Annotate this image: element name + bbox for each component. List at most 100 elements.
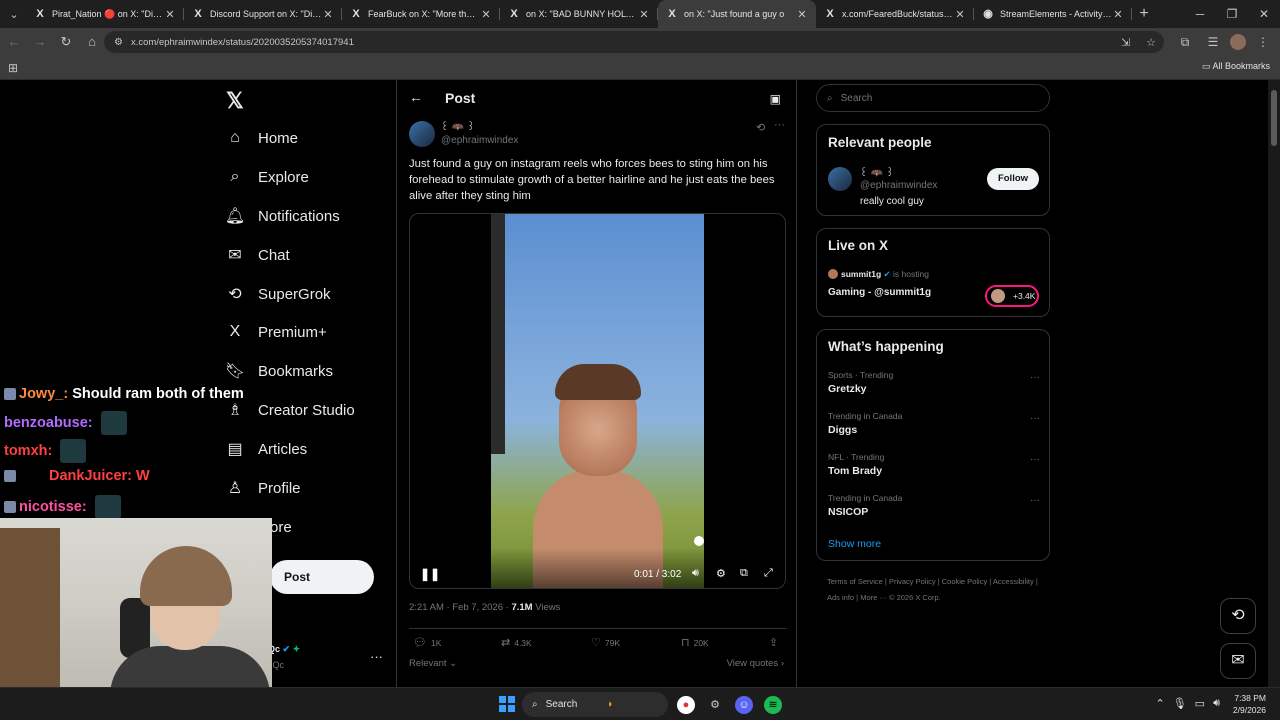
tab-close-icon[interactable]: ✕	[638, 8, 650, 21]
tab-search-icon[interactable]: ⌄	[2, 4, 26, 24]
browser-tab[interactable]: Xon X: "Just found a guy o ✕	[658, 0, 816, 28]
media-icon[interactable]: ☰	[1202, 31, 1224, 53]
scrollbar[interactable]	[1268, 80, 1280, 687]
settings-icon[interactable]: ⚙	[716, 567, 726, 580]
trend-item[interactable]: Trending in Canada Diggs ···	[828, 411, 1040, 436]
nav-item-home[interactable]: ⌂ Home	[222, 123, 298, 153]
relevant-person-handle[interactable]: @ephraimwindex	[860, 180, 937, 191]
maximize-icon[interactable]: ❐	[1216, 0, 1248, 28]
all-bookmarks-button[interactable]: ▭ All Bookmarks	[1202, 61, 1270, 72]
browser-tab[interactable]: ◉ StreamElements - Activity feed ✕	[974, 0, 1132, 28]
new-tab-button[interactable]: +	[1132, 5, 1156, 23]
pip-icon[interactable]: ⧉	[740, 567, 748, 580]
fullscreen-icon[interactable]: ⤢	[764, 567, 773, 580]
nav-item-chat[interactable]: ✉ Chat	[222, 240, 289, 270]
video-player[interactable]: ❚❚ 0:01 / 3:02 🔊︎ ⚙ ⧉ ⤢	[409, 213, 786, 589]
nav-item-notifications[interactable]: 🔔︎ Notifications	[222, 201, 340, 231]
live-stream-title[interactable]: Gaming - @summit1g	[828, 287, 931, 298]
avatar[interactable]	[828, 167, 852, 191]
nav-item-bookmarks[interactable]: 🔖︎ Bookmarks	[222, 356, 333, 386]
show-more-link[interactable]: Show more	[828, 538, 881, 550]
trend-item[interactable]: NFL · Trending Tom Brady ···	[828, 452, 1040, 477]
follow-button[interactable]: Follow	[987, 168, 1039, 190]
forward-arrow-icon[interactable]: →	[28, 30, 52, 54]
browser-tab[interactable]: Xx.com/FearedBuck/status/2020 ✕	[816, 0, 974, 28]
network-icon[interactable]: ▭	[1195, 697, 1205, 710]
spotify-icon[interactable]: ≋	[764, 696, 782, 714]
nav-item-ore[interactable]: ore	[270, 512, 292, 542]
windows-start-icon[interactable]	[499, 696, 515, 712]
minimize-icon[interactable]: ─	[1184, 0, 1216, 28]
tab-close-icon[interactable]: ✕	[322, 8, 334, 21]
browser-menu-icon[interactable]: ⋮	[1252, 31, 1274, 53]
grok-fab-icon[interactable]: ⟲	[1220, 598, 1256, 634]
account-name[interactable]: Qc ✔ ✦	[268, 644, 300, 655]
profile-avatar[interactable]	[1230, 34, 1246, 50]
trend-more-icon[interactable]: ···	[1030, 413, 1040, 424]
tab-close-icon[interactable]: ✕	[954, 8, 966, 21]
volume-icon[interactable]: 🔊︎	[1213, 697, 1220, 710]
author-handle[interactable]: @ephraimwindex	[441, 135, 518, 146]
browser-tab[interactable]: X Pirat_Nation 🔴 on X: "Discord ✕	[26, 0, 184, 28]
reply-sort-dropdown[interactable]: Relevant ⌄	[409, 658, 457, 669]
home-icon[interactable]: ⌂	[80, 30, 104, 54]
live-listener-count[interactable]: +3.4K	[985, 285, 1039, 307]
mic-icon[interactable]: 🎙︎	[1173, 697, 1187, 710]
x-logo-icon[interactable]: 𝕏	[226, 88, 244, 114]
site-info-icon[interactable]: ⚙	[114, 37, 123, 48]
address-bar[interactable]: ⚙ x.com/ephraimwindex/status/20200352053…	[104, 31, 1164, 53]
extensions-icon[interactable]: ⧉	[1174, 31, 1196, 53]
view-quotes-link[interactable]: View quotes ›	[727, 658, 784, 669]
nav-item-supergrok[interactable]: ⟲ SuperGrok	[222, 279, 330, 309]
bookmark-star-icon[interactable]: ☆	[1146, 36, 1156, 49]
repost-button[interactable]: ⇄ 4.3K	[501, 636, 532, 649]
reload-icon[interactable]: ↻	[54, 30, 78, 54]
tab-close-icon[interactable]: ✕	[796, 8, 808, 21]
install-app-icon[interactable]: ⇲	[1121, 36, 1130, 49]
tab-close-icon[interactable]: ✕	[164, 8, 176, 21]
search-input[interactable]: ⌕ Search	[816, 84, 1050, 112]
video-frame[interactable]	[491, 214, 704, 588]
trend-item[interactable]: Trending in Canada NSICOP ···	[828, 493, 1040, 518]
trend-more-icon[interactable]: ···	[1030, 372, 1040, 383]
messages-fab-icon[interactable]: ✉	[1220, 643, 1256, 679]
taskbar-search[interactable]: ⌕ Search ◗	[522, 692, 668, 717]
trend-more-icon[interactable]: ···	[1030, 454, 1040, 465]
tab-close-icon[interactable]: ✕	[480, 8, 492, 21]
tab-close-icon[interactable]: ✕	[1112, 8, 1124, 21]
author-avatar[interactable]	[409, 121, 435, 147]
volume-icon[interactable]: 🔊︎	[692, 567, 699, 580]
app-icon[interactable]: ⚙	[706, 696, 724, 714]
footer-links[interactable]: Terms of Service | Privacy Policy | Cook…	[827, 574, 1047, 606]
clock[interactable]: 7:38 PM 2/9/2026	[1233, 692, 1266, 716]
relevant-person-name[interactable]: ꒰ 🦇 ꒱	[860, 166, 894, 179]
chrome-icon[interactable]: ●	[677, 696, 695, 714]
reply-button[interactable]: 💬︎ 1K	[413, 636, 441, 649]
account-menu-icon[interactable]: ···	[370, 649, 383, 664]
trend-more-icon[interactable]: ···	[1030, 495, 1040, 506]
back-arrow-icon[interactable]: ←	[2, 30, 26, 54]
post-button[interactable]: Post	[270, 560, 374, 594]
browser-tab[interactable]: X Discord Support on X: "Discord ✕	[184, 0, 342, 28]
live-host[interactable]: summit1g ✔ is hosting	[841, 269, 929, 280]
close-window-icon[interactable]: ✕	[1248, 0, 1280, 28]
back-arrow-icon[interactable]: ←	[409, 89, 423, 105]
discord-icon[interactable]: ☺	[735, 696, 753, 714]
pause-icon[interactable]: ❚❚	[420, 567, 440, 581]
grok-icon[interactable]: ⟲	[756, 121, 765, 134]
tray-expand-icon[interactable]: ⌃	[1155, 697, 1164, 710]
browser-tab[interactable]: Xon X: "BAD BUNNY HOLY THA✕	[500, 0, 658, 28]
like-button[interactable]: ♡ 79K	[591, 636, 620, 649]
apps-grid-icon[interactable]: ⊞	[8, 61, 18, 75]
nav-item-premium[interactable]: X Premium+	[222, 317, 327, 347]
trend-item[interactable]: Sports · Trending Gretzky ···	[828, 370, 1040, 395]
browser-tab[interactable]: X FearBuck on X: "More than 600✕	[342, 0, 500, 28]
nav-item-explore[interactable]: ⌕ Explore	[222, 162, 309, 192]
author-name[interactable]: ꒰ 🦇 ꒱	[441, 120, 475, 133]
avatar[interactable]	[828, 269, 838, 279]
share-icon[interactable]: ⇪	[769, 636, 782, 649]
reader-mode-icon[interactable]: ▣	[770, 92, 781, 106]
scrollbar-thumb[interactable]	[1271, 90, 1277, 146]
bookmark-button[interactable]: ⊓ 20K	[681, 636, 709, 649]
more-options-icon[interactable]: ···	[774, 119, 785, 131]
